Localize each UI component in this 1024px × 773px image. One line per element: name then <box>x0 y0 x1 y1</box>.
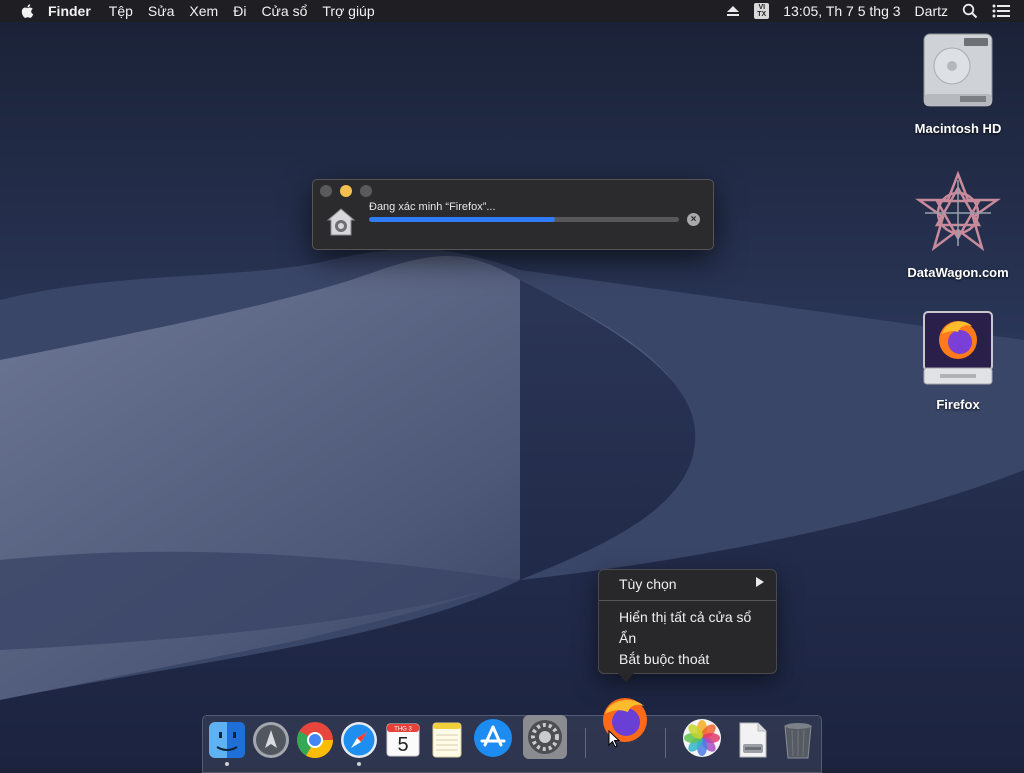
photos-icon[interactable] <box>682 718 722 758</box>
submenu-arrow-icon <box>756 577 764 587</box>
spotlight-search-icon[interactable] <box>962 3 978 19</box>
verify-progress-fill <box>369 217 555 222</box>
system-preferences-icon[interactable] <box>522 714 568 760</box>
menu-clock[interactable]: 13:05, Th 7 5 thg 3 <box>783 3 900 19</box>
finder-icon[interactable] <box>207 720 247 760</box>
desktop-icon-label: Macintosh HD <box>914 121 1002 136</box>
app-store-icon[interactable] <box>473 718 513 758</box>
menu-go[interactable]: Đi <box>233 0 246 22</box>
menu-item-force-quit[interactable]: Bắt buộc thoát <box>619 651 709 667</box>
verifying-label: Đang xác minh “Firefox”... <box>369 201 496 213</box>
menu-window[interactable]: Cửa sổ <box>261 0 307 22</box>
minimize-window-button[interactable] <box>340 185 352 197</box>
input-source-top: VI <box>758 4 766 11</box>
datawagon-logo-icon <box>915 170 1001 252</box>
eject-icon[interactable] <box>726 5 740 17</box>
desktop-icon-macintosh-hd[interactable]: Macintosh HD <box>903 32 1013 136</box>
menu-user[interactable]: Dartz <box>915 3 948 19</box>
menu-view[interactable]: Xem <box>189 0 218 22</box>
calendar-month: THG 3 <box>394 727 412 733</box>
menu-file[interactable]: Tệp <box>109 0 133 22</box>
notification-center-icon[interactable] <box>992 4 1010 18</box>
menu-help[interactable]: Trợ giúp <box>322 0 374 22</box>
context-menu-pointer <box>617 672 635 682</box>
running-indicator <box>225 762 229 766</box>
desktop-icon-label: DataWagon.com <box>907 265 1009 280</box>
menu-item-show-all-windows[interactable]: Hiển thị tất cả cửa sổ <box>619 609 751 625</box>
dock-separator <box>665 728 666 758</box>
menu-bar: Finder Tệp Sửa Xem Đi Cửa sổ Trợ giúp VI… <box>0 0 1024 22</box>
menu-item-hide[interactable]: Ẩn <box>619 630 636 646</box>
hard-drive-icon <box>923 33 993 107</box>
dock-separator <box>585 728 586 758</box>
dock-context-menu: Tùy chọn Hiển thị tất cả cửa sổ Ẩn Bắt b… <box>598 569 777 674</box>
window-controls <box>320 185 380 197</box>
gatekeeper-house-icon <box>326 208 356 236</box>
apple-logo-icon[interactable] <box>20 3 36 19</box>
menu-bar-status-area: VI TX 13:05, Th 7 5 thg 3 Dartz <box>726 0 1024 22</box>
chrome-icon[interactable] <box>295 720 335 760</box>
notes-icon[interactable] <box>427 720 467 760</box>
firefox-disk-image-icon <box>923 311 993 385</box>
menu-app-finder[interactable]: Finder <box>48 0 91 22</box>
desktop-icon-firefox[interactable]: Firefox <box>903 310 1013 412</box>
menu-edit[interactable]: Sửa <box>148 0 175 22</box>
mouse-cursor-icon <box>608 730 620 748</box>
close-window-button[interactable] <box>320 185 332 197</box>
menu-separator <box>599 600 776 601</box>
cancel-verify-button[interactable]: × <box>687 213 700 226</box>
launchpad-icon[interactable] <box>251 720 291 760</box>
verify-progress-bar <box>369 217 679 222</box>
input-source-bottom: TX <box>757 11 767 18</box>
zoom-window-button[interactable] <box>360 185 372 197</box>
input-source-icon[interactable]: VI TX <box>754 3 770 19</box>
desktop-icon-label: Firefox <box>936 397 980 412</box>
calendar-day: 5 <box>397 734 408 756</box>
desktop-icon-datawagon[interactable]: DataWagon.com <box>903 170 1013 280</box>
verifying-dialog: Đang xác minh “Firefox”... × <box>312 179 714 250</box>
desktop-wallpaper <box>0 0 1024 768</box>
running-indicator <box>357 762 361 766</box>
safari-icon[interactable] <box>339 720 379 760</box>
preview-disk-icon[interactable] <box>732 720 772 760</box>
menu-item-options[interactable]: Tùy chọn <box>619 576 677 592</box>
trash-icon[interactable] <box>778 720 818 760</box>
calendar-icon[interactable]: THG 3 5 <box>383 720 423 760</box>
